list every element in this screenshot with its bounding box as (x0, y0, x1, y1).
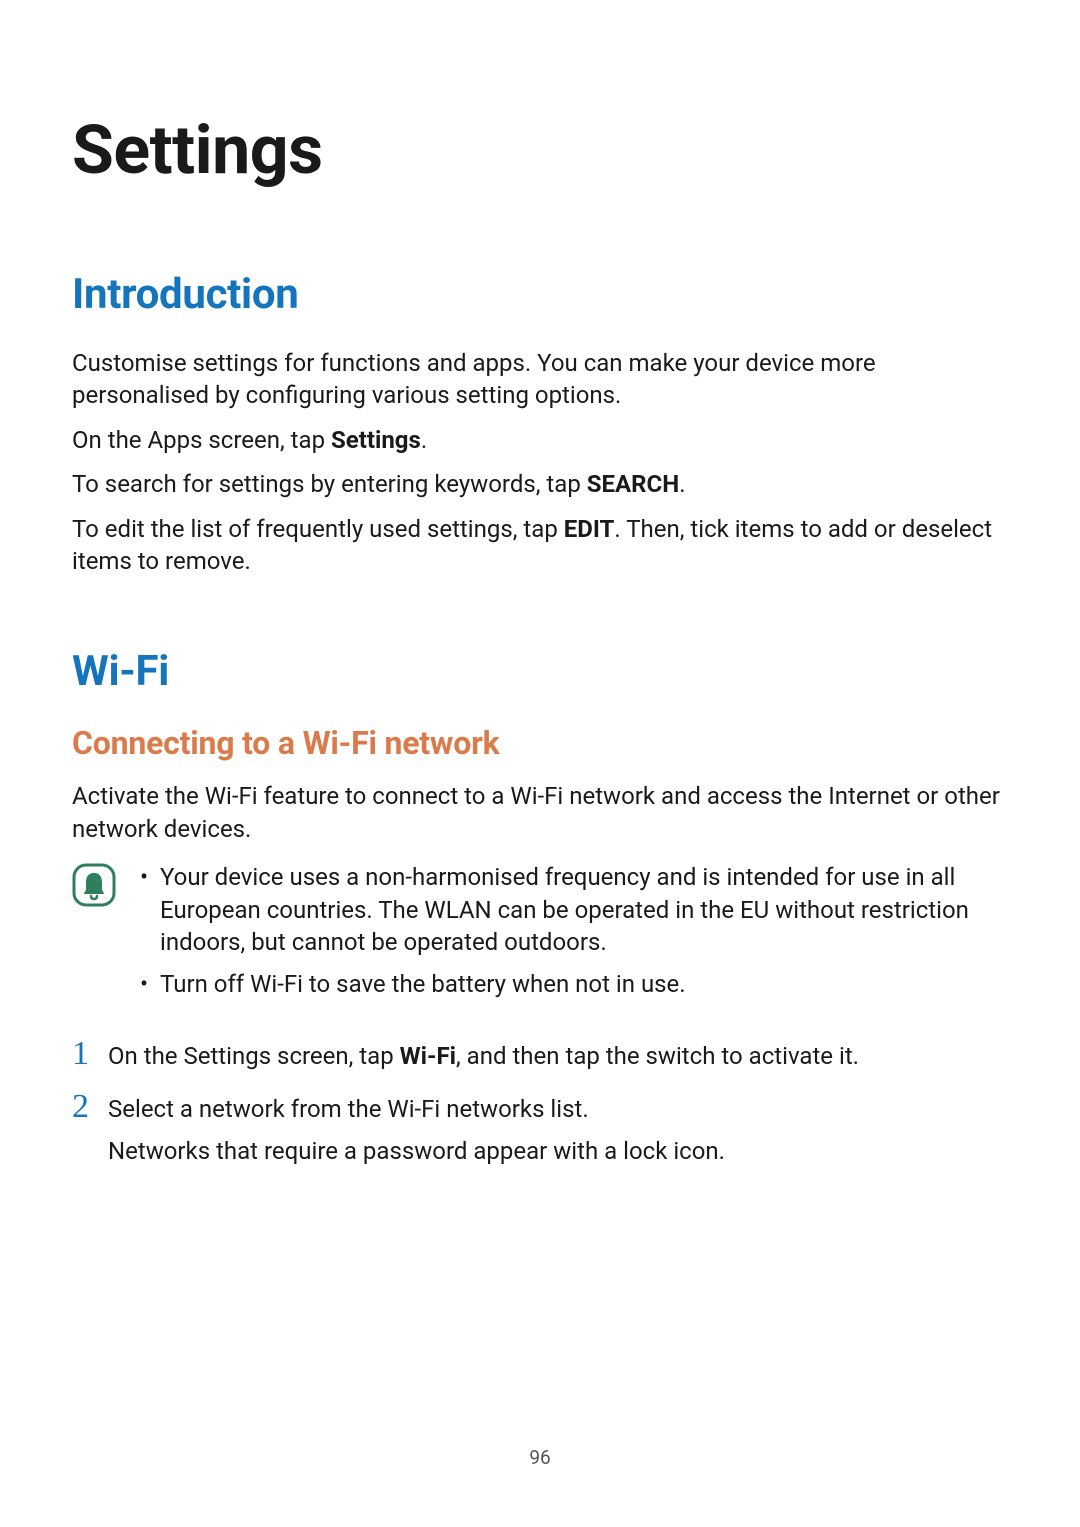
step-2: 2 Select a network from the Wi-Fi networ… (72, 1090, 1008, 1125)
bold-edit: EDIT (564, 515, 615, 543)
step-2-subtext: Networks that require a password appear … (108, 1135, 1008, 1167)
section-heading-introduction: Introduction (72, 270, 1008, 319)
page-title: Settings (72, 110, 1008, 190)
text-span: On the Apps screen, tap (72, 426, 331, 454)
wifi-paragraph-1: Activate the Wi-Fi feature to connect to… (72, 780, 1008, 845)
text-span: , and then tap the switch to activate it… (456, 1042, 859, 1070)
text-span: . (421, 426, 427, 454)
page-number: 96 (0, 1446, 1080, 1469)
note-content: • Your device uses a non-harmonised freq… (140, 861, 1008, 1011)
subsection-heading-connecting: Connecting to a Wi-Fi network (72, 724, 1008, 762)
text-span: On the Settings screen, tap (108, 1042, 400, 1070)
bold-settings: Settings (331, 426, 421, 454)
step-number-1: 1 (72, 1037, 108, 1071)
note-bullet-2: • Turn off Wi-Fi to save the battery whe… (140, 968, 1008, 1000)
bullet-dot: • (140, 968, 160, 1000)
intro-paragraph-2: On the Apps screen, tap Settings. (72, 424, 1008, 456)
step-number-2: 2 (72, 1090, 108, 1124)
bullet-text: Your device uses a non-harmonised freque… (160, 861, 1008, 958)
page-content: Settings Introduction Customise settings… (0, 0, 1080, 1168)
bold-search: SEARCH (587, 470, 679, 498)
bold-wifi: Wi-Fi (400, 1042, 456, 1070)
text-span: . (679, 470, 685, 498)
bullet-text: Turn off Wi-Fi to save the battery when … (160, 968, 1008, 1000)
bullet-dot: • (140, 861, 160, 893)
note-bullet-1: • Your device uses a non-harmonised freq… (140, 861, 1008, 958)
step-1-text: On the Settings screen, tap Wi-Fi, and t… (108, 1040, 1008, 1072)
step-1: 1 On the Settings screen, tap Wi-Fi, and… (72, 1037, 1008, 1072)
note-bell-icon (72, 863, 116, 907)
step-2-text: Select a network from the Wi-Fi networks… (108, 1093, 1008, 1125)
intro-paragraph-3: To search for settings by entering keywo… (72, 468, 1008, 500)
note-block: • Your device uses a non-harmonised freq… (72, 861, 1008, 1011)
text-span: To edit the list of frequently used sett… (72, 515, 564, 543)
section-heading-wifi: Wi-Fi (72, 647, 1008, 696)
text-span: To search for settings by entering keywo… (72, 470, 587, 498)
intro-paragraph-1: Customise settings for functions and app… (72, 347, 1008, 412)
intro-paragraph-4: To edit the list of frequently used sett… (72, 513, 1008, 578)
